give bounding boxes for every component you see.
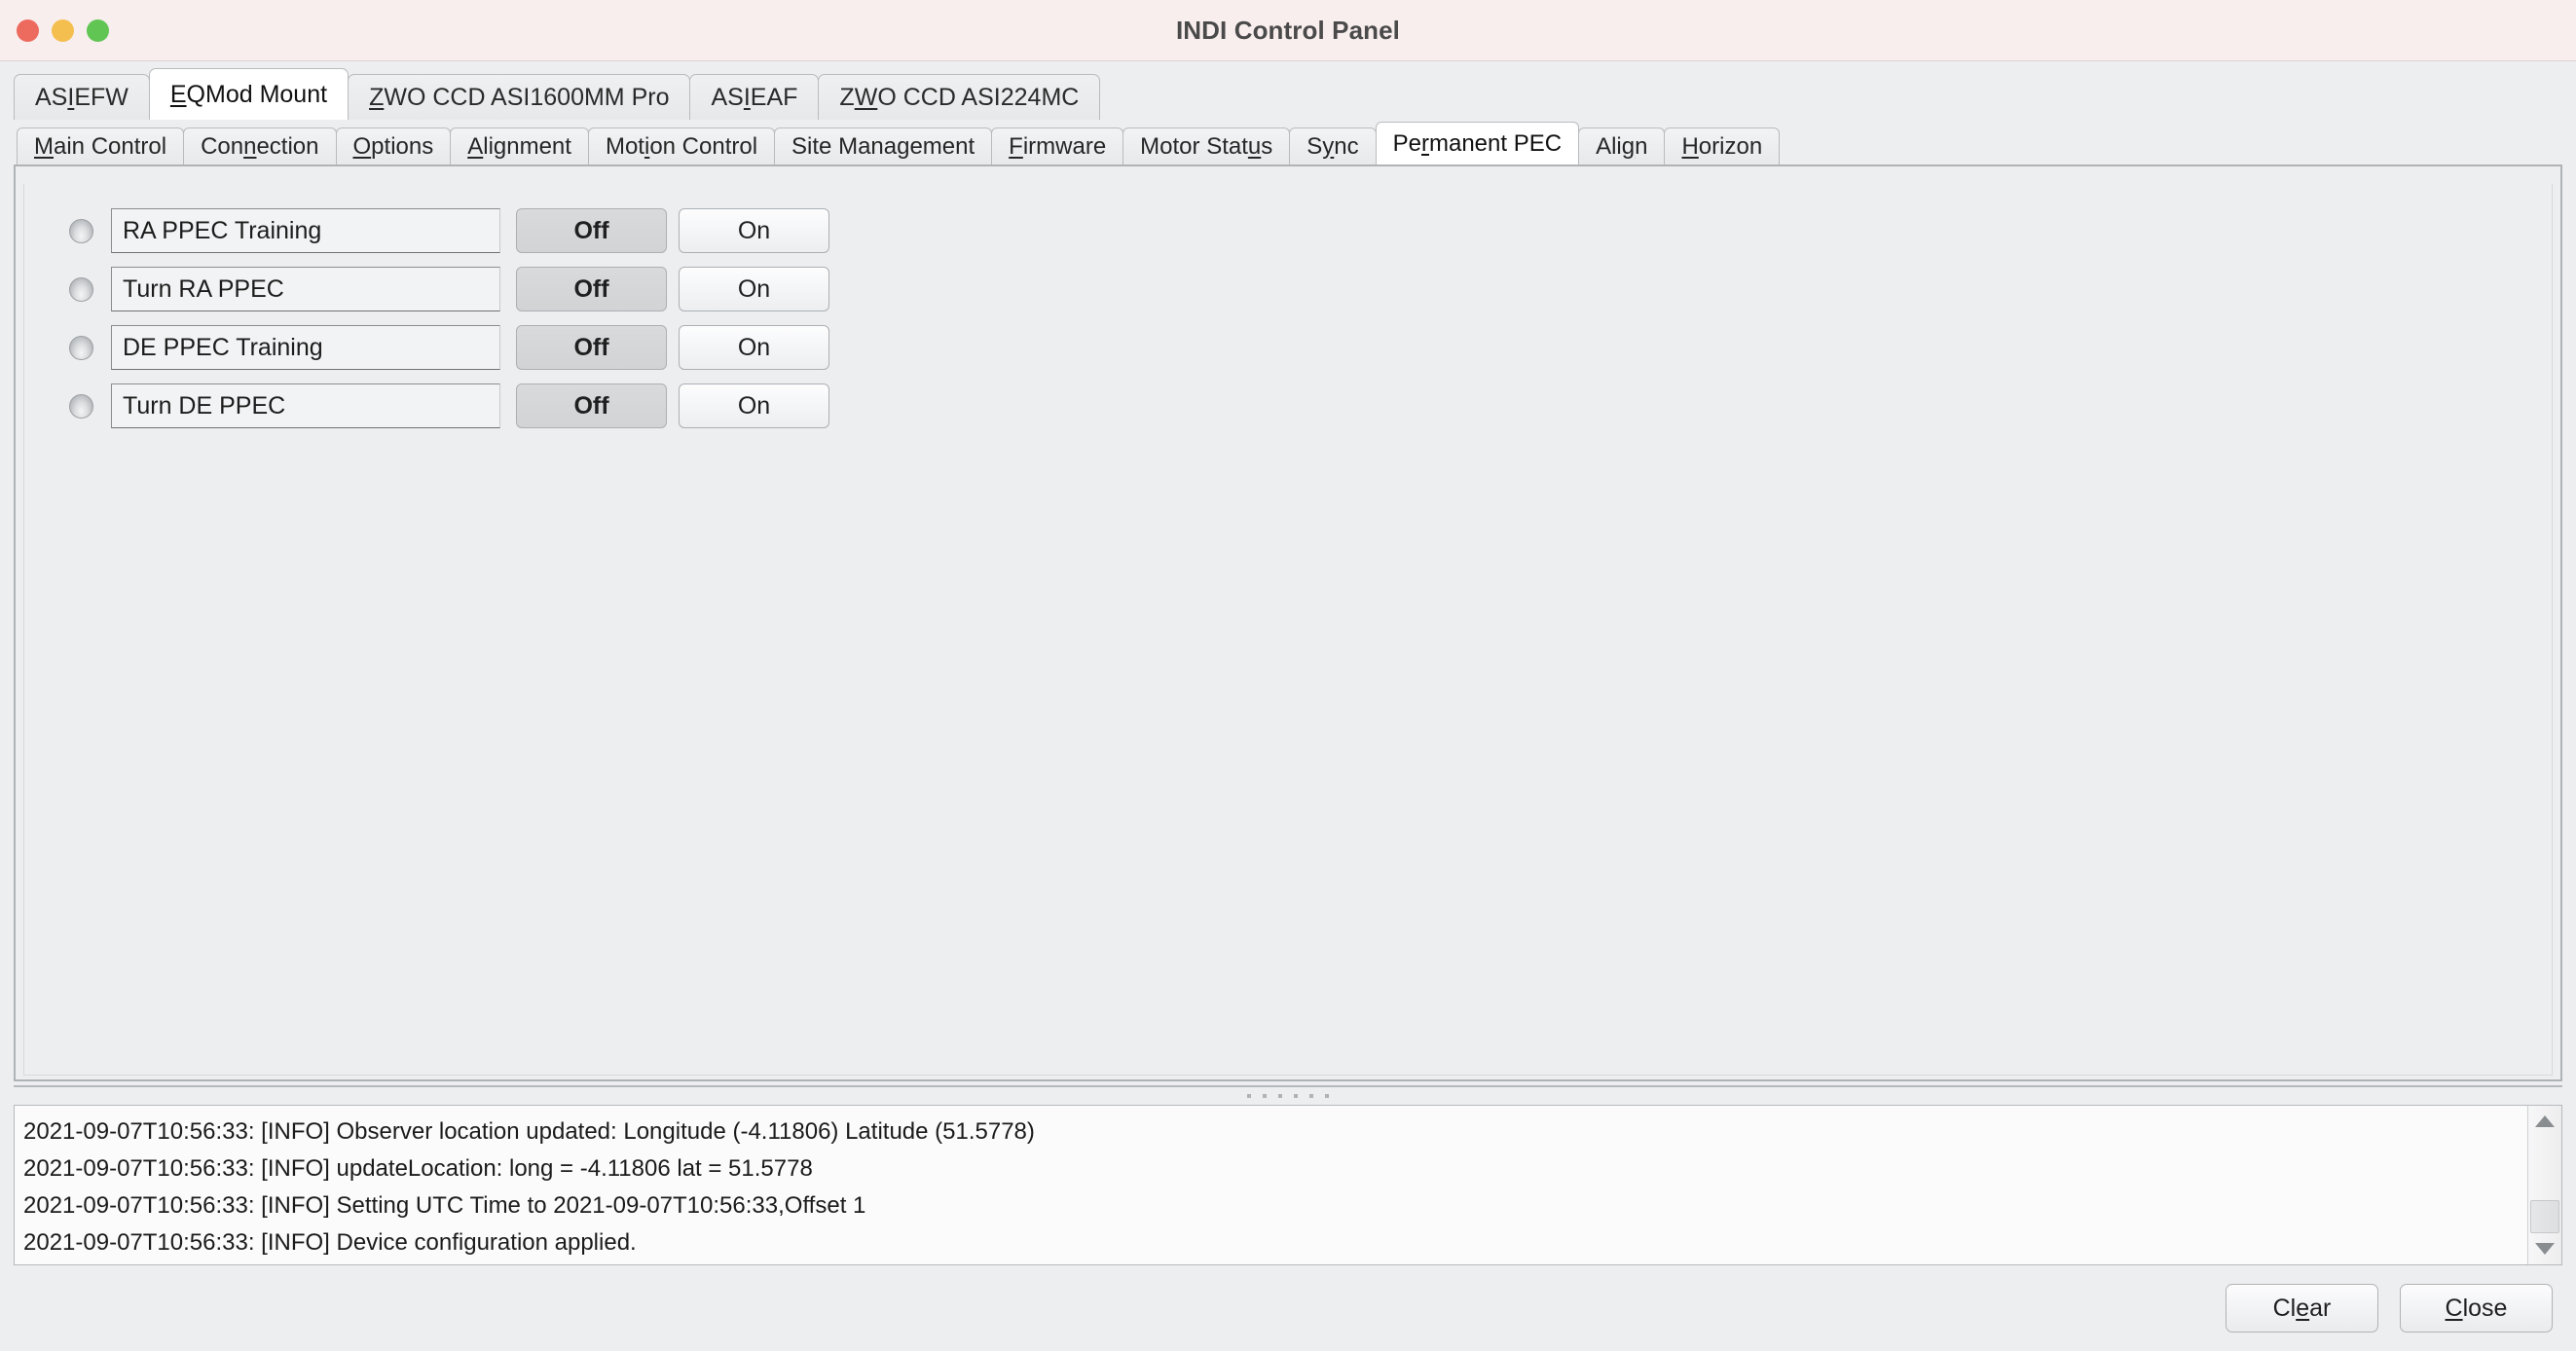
tab-horizon[interactable]: Horizon [1664, 128, 1781, 164]
property-label-field-turn-ra-ppec: Turn RA PPEC [111, 267, 500, 311]
scroll-up-button[interactable] [2528, 1106, 2561, 1137]
scrollbar-thumb[interactable] [2530, 1200, 2559, 1233]
clear-button[interactable]: Cl e ar [2226, 1284, 2378, 1333]
device-tab-eqmod-mount[interactable]: E QMod Mount [148, 68, 350, 120]
property-row: Turn RA PPEC Off On [69, 260, 2552, 318]
close-window-button[interactable] [17, 18, 39, 42]
device-tab-asi-efw[interactable]: AS I EFW [14, 74, 150, 120]
scroll-down-button[interactable] [2528, 1233, 2561, 1264]
permanent-pec-panel: RA PPEC Training Off On Turn RA PPEC Off On DE… [14, 164, 2562, 1081]
tab-sync[interactable]: Sy nc [1289, 128, 1377, 164]
tab-permanent-pec[interactable]: Pe r manent PEC [1375, 122, 1580, 164]
property-row: Turn DE PPEC Off On [69, 377, 2552, 435]
property-label-field-de-ppec-training: DE PPEC Training [111, 325, 500, 370]
tab-main-control[interactable]: Main Control [17, 128, 185, 164]
splitter-dot [1325, 1094, 1329, 1098]
splitter-dot [1263, 1094, 1267, 1098]
on-button-turn-de-ppec[interactable]: On [679, 383, 829, 428]
status-led-icon [69, 393, 93, 419]
window-title: INDI Control Panel [1175, 15, 1401, 45]
property-group-frame: RA PPEC Training Off On Turn RA PPEC Off On DE… [23, 184, 2553, 1076]
zoom-window-button[interactable] [87, 18, 109, 42]
log-line: 2021-09-07T10:56:33: [INFO] Setting UTC … [23, 1191, 866, 1219]
log-panel: 2021-09-07T10:56:33: [INFO] Observer loc… [14, 1105, 2562, 1265]
scrollbar-track[interactable] [2528, 1137, 2561, 1233]
off-button-de-ppec-training[interactable]: Off [516, 325, 667, 370]
property-rows: RA PPEC Training Off On Turn RA PPEC Off On DE… [24, 194, 2552, 435]
chevron-down-icon [2535, 1243, 2555, 1255]
on-button-turn-ra-ppec[interactable]: On [679, 267, 829, 311]
off-button-ra-ppec-training[interactable]: Off [516, 208, 667, 253]
tab-motor-status[interactable]: Motor Stat u s [1122, 128, 1291, 164]
status-led-icon [69, 218, 93, 243]
footer-bar: Cl e ar Close [0, 1265, 2576, 1351]
sub-tab-bar: Main Control Con n ection Options Alignment Mo… [14, 120, 2562, 164]
device-tab-zwo-ccd-asi1600mm-pro[interactable]: Z WO CCD ASI1600MM Pro [348, 74, 691, 120]
splitter-dot [1309, 1094, 1313, 1098]
tab-motion-control[interactable]: Mot i on Control [587, 128, 776, 164]
property-row: DE PPEC Training Off On [69, 318, 2552, 377]
log-vertical-scrollbar[interactable] [2527, 1106, 2561, 1264]
tab-firmware[interactable]: Firmware [991, 128, 1124, 164]
log-line: 2021-09-07T10:56:33: [INFO] Observer loc… [23, 1118, 1035, 1145]
splitter-dot [1294, 1094, 1298, 1098]
status-led-icon [69, 276, 93, 302]
property-row: RA PPEC Training Off On [69, 201, 2552, 260]
device-tab-bar: AS I EFW E QMod Mount Z WO CCD ASI1600MM Pro A… [0, 61, 2576, 120]
off-button-turn-ra-ppec[interactable]: Off [516, 267, 667, 311]
window-controls [0, 18, 109, 42]
tab-align[interactable]: Ali g n [1578, 128, 1666, 164]
off-button-turn-de-ppec[interactable]: Off [516, 383, 667, 428]
log-line: 2021-09-07T10:56:33: [INFO] Device confi… [23, 1228, 637, 1256]
splitter-dot [1247, 1094, 1251, 1098]
status-led-icon [69, 335, 93, 360]
minimize-window-button[interactable] [52, 18, 74, 42]
log-text-area[interactable]: 2021-09-07T10:56:33: [INFO] Observer loc… [15, 1106, 2527, 1264]
property-label-field-turn-de-ppec: Turn DE PPEC [111, 383, 500, 428]
tab-options[interactable]: Options [335, 128, 452, 164]
chevron-up-icon [2535, 1115, 2555, 1127]
panel-splitter-handle[interactable] [14, 1085, 2562, 1105]
indi-control-panel-window: INDI Control Panel AS I EFW E QMod Mount Z WO… [0, 0, 2576, 1351]
on-button-ra-ppec-training[interactable]: On [679, 208, 829, 253]
on-button-de-ppec-training[interactable]: On [679, 325, 829, 370]
property-label-field-ra-ppec-training: RA PPEC Training [111, 208, 500, 253]
splitter-dot [1278, 1094, 1282, 1098]
tab-alignment[interactable]: Alignment [450, 128, 589, 164]
close-button[interactable]: Close [2400, 1284, 2553, 1333]
log-line: 2021-09-07T10:56:33: [INFO] updateLocati… [23, 1154, 813, 1182]
title-bar: INDI Control Panel [0, 0, 2576, 61]
device-tab-asi-eaf[interactable]: AS I EAF [689, 74, 820, 120]
content-frame: Main Control Con n ection Options Alignment Mo… [14, 120, 2562, 1081]
tab-connection[interactable]: Con n ection [183, 128, 337, 164]
tab-site-management[interactable]: Site Management [774, 128, 993, 164]
device-tab-zwo-ccd-asi224mc[interactable]: ZWO CCD ASI224MC [818, 74, 1101, 120]
